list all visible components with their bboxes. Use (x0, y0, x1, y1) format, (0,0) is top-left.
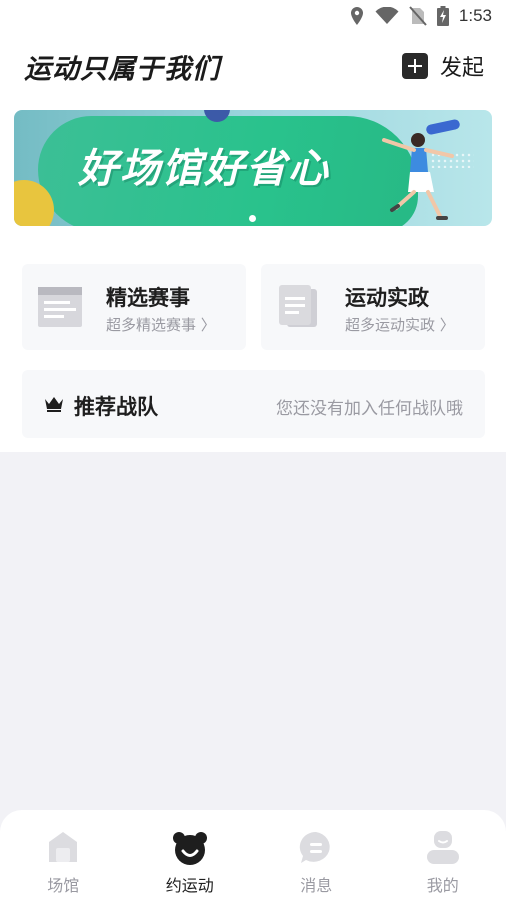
nav-label: 消息 (300, 876, 333, 895)
bottom-nav: 场馆 约运动 消息 我的 (0, 810, 506, 900)
document-icon (279, 285, 317, 327)
battery-charging-icon (436, 6, 449, 26)
promo-banner[interactable]: 好场馆好省心 (14, 110, 492, 226)
status-bar: 1:53 (0, 0, 506, 34)
empty-state-text: 您还没有加入任何战队哦 (276, 399, 463, 419)
status-time: 1:53 (458, 6, 492, 25)
banner-page-indicator (249, 215, 256, 222)
nav-item-profile[interactable]: 我的 (380, 810, 506, 900)
page-header: 运动只属于我们 发起 (24, 44, 484, 88)
nav-label: 我的 (426, 876, 459, 895)
nav-item-sports[interactable]: 约运动 (127, 810, 254, 900)
content-panel: 1:53 运动只属于我们 发起 好场馆好省心 精选赛事 超多精选赛事 〉 运动实… (0, 0, 506, 452)
card-subtitle: 超多运动实政 〉 (345, 316, 455, 334)
bear-icon (172, 832, 207, 865)
crown-icon (45, 397, 63, 412)
message-icon (300, 831, 330, 863)
location-icon (350, 7, 363, 25)
featured-events-card[interactable]: 精选赛事 超多精选赛事 〉 (22, 264, 246, 350)
banner-headline: 好场馆好省心 (78, 146, 330, 192)
profile-icon (426, 831, 459, 864)
launch-button[interactable]: 发起 (401, 50, 484, 82)
nav-item-venue[interactable]: 场馆 (0, 810, 127, 900)
nav-label: 约运动 (165, 876, 214, 895)
venue-icon (49, 832, 78, 862)
card-subtitle: 超多精选赛事 〉 (106, 316, 216, 334)
page-title: 运动只属于我们 (24, 53, 220, 85)
recommended-teams-row[interactable]: 推荐战队 您还没有加入任何战队哦 (22, 370, 485, 438)
section-title: 推荐战队 (74, 395, 158, 419)
jumping-woman-illustration (382, 133, 454, 220)
nav-label: 场馆 (47, 876, 80, 895)
card-title: 精选赛事 (106, 286, 190, 310)
card-title: 运动实政 (345, 286, 429, 310)
launch-button-label: 发起 (439, 56, 484, 81)
sports-policy-card[interactable]: 运动实政 超多运动实政 〉 (261, 264, 485, 350)
nav-item-messages[interactable]: 消息 (253, 810, 380, 900)
plus-square-icon (401, 53, 428, 79)
no-sim-icon (409, 6, 427, 26)
news-icon (38, 287, 82, 327)
wifi-icon (375, 7, 399, 24)
